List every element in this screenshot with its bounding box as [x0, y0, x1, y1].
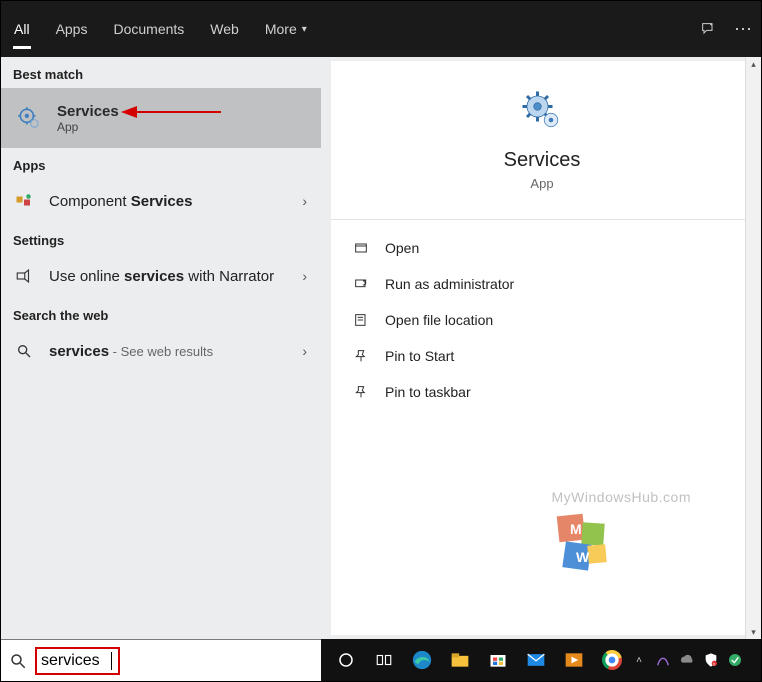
security-icon[interactable]: x — [703, 652, 719, 668]
preview-title: Services — [504, 149, 581, 172]
preview-subtitle: App — [530, 176, 553, 191]
shield-icon — [351, 274, 371, 294]
feedback-icon[interactable] — [700, 21, 716, 37]
action-open-location[interactable]: Open file location — [331, 302, 753, 338]
scrollbar[interactable]: ▴ ▾ — [745, 57, 761, 639]
narrator-icon — [13, 265, 35, 287]
chevron-right-icon[interactable]: › — [302, 268, 307, 284]
edge-icon[interactable] — [403, 641, 441, 679]
result-label: Use online services with Narrator — [49, 268, 274, 285]
search-filter-tabs: All Apps Documents Web More▾ ⋯ — [1, 1, 761, 57]
tab-apps[interactable]: Apps — [43, 1, 101, 57]
services-gear-icon — [13, 102, 45, 134]
result-best-match-services[interactable]: Services App — [1, 88, 321, 148]
taskbar: ˄ x — [321, 639, 761, 681]
store-icon[interactable] — [479, 641, 517, 679]
mail-icon[interactable] — [517, 641, 555, 679]
section-search-web: Search the web — [1, 298, 321, 329]
chevron-down-icon: ▾ — [302, 24, 307, 35]
watermark: MyWindowsHub.com M W — [552, 489, 691, 579]
divider — [331, 219, 753, 220]
folder-icon — [351, 310, 371, 330]
movies-icon[interactable] — [555, 641, 593, 679]
tab-web[interactable]: Web — [197, 1, 252, 57]
search-icon — [9, 652, 27, 670]
open-icon — [351, 238, 371, 258]
results-panel: Best match Services App — [1, 57, 321, 639]
tab-more[interactable]: More▾ — [252, 1, 320, 57]
text-caret — [111, 652, 112, 670]
search-input[interactable] — [41, 652, 111, 670]
result-label: Component Services — [49, 193, 192, 210]
result-web-services[interactable]: services - See web results › — [1, 329, 321, 373]
services-gear-icon-large — [518, 87, 566, 135]
tray-app-icon[interactable] — [655, 652, 671, 668]
svg-text:W: W — [576, 549, 590, 565]
result-component-services[interactable]: Component Services › — [1, 179, 321, 223]
search-icon — [13, 340, 35, 362]
result-narrator-setting[interactable]: Use online services with Narrator › — [1, 254, 321, 298]
search-input-highlight — [35, 647, 120, 675]
action-pin-taskbar[interactable]: Pin to taskbar — [331, 374, 753, 410]
cortana-icon[interactable] — [327, 641, 365, 679]
chevron-right-icon[interactable]: › — [302, 343, 307, 359]
annotation-arrow — [121, 102, 221, 122]
svg-text:M: M — [570, 521, 582, 537]
tab-documents[interactable]: Documents — [100, 1, 197, 57]
action-open[interactable]: Open — [331, 230, 753, 266]
preview-panel: Services App Open Run as administrator — [331, 61, 753, 635]
status-ok-icon[interactable] — [727, 652, 743, 668]
component-services-icon — [13, 190, 35, 212]
pin-icon — [351, 382, 371, 402]
section-settings: Settings — [1, 223, 321, 254]
result-title: Services — [57, 103, 119, 120]
task-view-icon[interactable] — [365, 641, 403, 679]
section-best-match: Best match — [1, 57, 321, 88]
scroll-up-icon[interactable]: ▴ — [747, 57, 761, 71]
scroll-down-icon[interactable]: ▾ — [747, 625, 761, 639]
chevron-right-icon[interactable]: › — [302, 193, 307, 209]
chrome-icon[interactable] — [593, 641, 631, 679]
explorer-icon[interactable] — [441, 641, 479, 679]
tray-chevron-icon[interactable]: ˄ — [631, 641, 647, 679]
options-icon[interactable]: ⋯ — [734, 19, 753, 40]
pin-icon — [351, 346, 371, 366]
section-apps: Apps — [1, 148, 321, 179]
action-run-admin[interactable]: Run as administrator — [331, 266, 753, 302]
tab-all[interactable]: All — [1, 1, 43, 57]
result-subtitle: App — [57, 120, 119, 134]
result-label: services - See web results — [49, 343, 213, 360]
action-pin-start[interactable]: Pin to Start — [331, 338, 753, 374]
onedrive-icon[interactable] — [679, 652, 695, 668]
